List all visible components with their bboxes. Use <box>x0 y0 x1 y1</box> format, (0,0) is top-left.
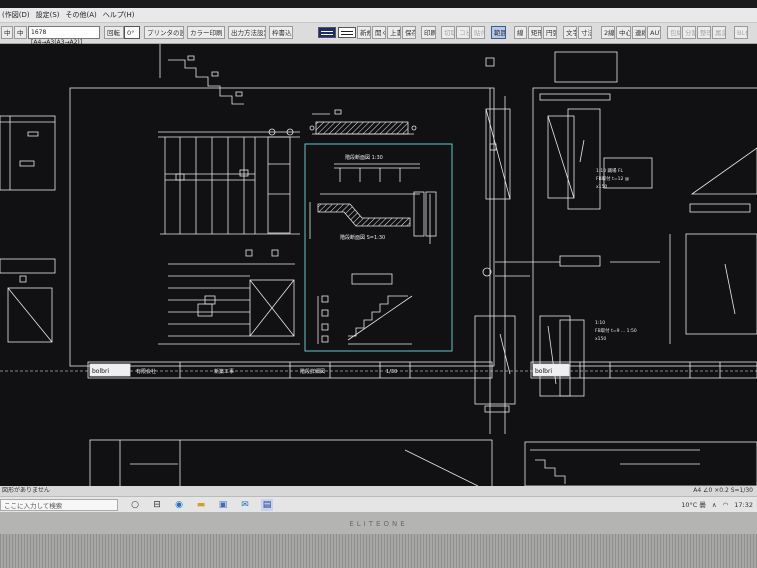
note-right-3: x150 <box>596 184 607 190</box>
organize-button[interactable]: 整理 <box>697 26 711 39</box>
status-right: A4 ∠0 ×0.2 S=1/30 <box>693 487 753 494</box>
title-scale-left: 1/30 <box>386 369 397 375</box>
cad-drawing[interactable]: 階段断面図 1:30 階段断面図 S=1:30 1:10 踊場 FL FB取付 … <box>0 44 757 486</box>
text-button[interactable]: 文字 <box>563 26 577 39</box>
note-mid-1: 1:10 <box>595 320 605 326</box>
line-pattern[interactable] <box>338 27 356 38</box>
windows-taskbar: ここに入力して検索 ○ ⊟ ◉ ▬ ▣ ✉ ▤ 10°C 曇 ∧ ◠ 17:32 <box>0 496 757 512</box>
rotate-label: 回転 <box>104 26 124 39</box>
detail-label-2: 階段断面図 S=1:30 <box>340 234 385 241</box>
stair-elevation <box>158 44 300 235</box>
menu-bar: (作図(D) 設定(S) その他(A) ヘルプ(H) <box>0 8 757 23</box>
split-button[interactable]: 分割 <box>682 26 696 39</box>
block-button[interactable]: BL化 <box>734 26 748 39</box>
center-section <box>474 88 530 434</box>
center-line-button[interactable]: 中心線 <box>616 26 631 39</box>
section-detail: 階段断面図 1:30 階段断面図 S=1:30 <box>309 154 437 345</box>
scale-prefix[interactable]: 中 <box>1 26 13 39</box>
monitor-brand-label: ELITEONE <box>349 520 408 528</box>
print-toolbar: 中 中 1678 [A4→A3(A3→A2)] 回転 0° プリンタの設定 カラ… <box>0 23 757 46</box>
status-bar: 図形がありません A4 ∠0 ×0.2 S=1/30 <box>0 486 757 496</box>
dimension-button[interactable]: 寸法 <box>578 26 592 39</box>
wifi-icon[interactable]: ◠ <box>723 499 729 511</box>
menu-other[interactable]: その他(A) <box>66 10 97 20</box>
weather-widget[interactable]: 10°C 曇 <box>681 499 706 511</box>
sheet-frame-right <box>532 87 757 367</box>
menu-draw[interactable]: (作図(D) <box>2 10 30 20</box>
widgets-icon[interactable]: ⊟ <box>151 499 163 511</box>
drawing-canvas[interactable]: 階段断面図 1:30 階段断面図 S=1:30 1:10 踊場 FL FB取付 … <box>0 44 757 486</box>
note-right-1: 1:10 踊場 FL <box>596 167 624 174</box>
range-button[interactable]: 範囲 <box>491 26 506 39</box>
rect-button[interactable]: 矩形 <box>528 26 542 39</box>
scale-value[interactable]: 中 <box>14 26 27 39</box>
print-button[interactable]: 印刷 <box>421 26 436 39</box>
tray-chevron-icon[interactable]: ∧ <box>712 499 717 511</box>
left-edge-details <box>0 115 56 343</box>
cut-button[interactable]: 切取 <box>441 26 455 39</box>
stair-plan <box>158 249 300 345</box>
envelope-button[interactable]: 包絡 <box>667 26 681 39</box>
selection-frame[interactable] <box>304 143 453 352</box>
right-details: 1:10 踊場 FL FB取付 t=12 @ x150 1:10 FB取付 t=… <box>485 51 757 397</box>
system-tray: 10°C 曇 ∧ ◠ 17:32 <box>681 499 753 511</box>
store-icon[interactable]: ▣ <box>217 499 229 511</box>
attr-change-button[interactable]: 属変 <box>712 26 726 39</box>
note-mid-2: FB取付 t=9 ... 1:50 <box>595 327 637 334</box>
title-name-right: bolbri <box>535 368 552 375</box>
printer-settings-button[interactable]: プリンタの設定 <box>144 26 184 39</box>
output-method-button[interactable]: 出力方法設定 <box>228 26 266 39</box>
note-right-2: FB取付 t=12 @ <box>596 175 630 182</box>
line-button[interactable]: 線 <box>514 26 527 39</box>
connect-line-button[interactable]: 連線 <box>632 26 646 39</box>
open-button[interactable]: 開く <box>372 26 386 39</box>
note-mid-3: x150 <box>595 336 606 342</box>
overwrite-button[interactable]: 上書 <box>387 26 401 39</box>
line-pattern-active[interactable] <box>318 27 336 38</box>
jww-cad-icon[interactable]: ▤ <box>261 499 273 511</box>
file-explorer-icon[interactable]: ▬ <box>195 499 207 511</box>
frame-write-button[interactable]: 枠書込 <box>269 26 293 39</box>
paper-size-select[interactable]: 1678 [A4→A3(A3→A2)] <box>28 26 100 46</box>
task-view-icon[interactable]: ○ <box>129 499 141 511</box>
lower-sheets <box>89 439 757 486</box>
rotate-value[interactable]: 0° <box>124 26 140 39</box>
new-button[interactable]: 新規 <box>357 26 371 39</box>
taskbar-search-input[interactable]: ここに入力して検索 <box>0 499 118 511</box>
save-button[interactable]: 保存 <box>402 26 416 39</box>
title-name-left: bolbri <box>92 368 109 375</box>
edge-browser-icon[interactable]: ◉ <box>173 499 185 511</box>
detail-label-1: 階段断面図 1:30 <box>345 154 383 161</box>
handrail-detail <box>309 109 417 135</box>
title-project-left: 新築工事 <box>214 368 234 375</box>
color-print-checkbox[interactable]: カラー印刷 <box>187 26 225 39</box>
title-block-band <box>0 361 757 379</box>
title-drawing-left: 階段詳細図 <box>300 368 325 375</box>
double-line-button[interactable]: 2線 <box>601 26 615 39</box>
speaker-grille <box>0 534 757 568</box>
title-company-left: 有限会社 <box>136 368 156 375</box>
paste-button[interactable]: 貼付 <box>471 26 485 39</box>
arc-button[interactable]: 円弧 <box>543 26 557 39</box>
copy-button[interactable]: コピー <box>456 26 470 39</box>
auto-button[interactable]: AUTO <box>647 26 661 39</box>
menu-help[interactable]: ヘルプ(H) <box>103 10 135 20</box>
status-left: 図形がありません <box>2 487 50 494</box>
monitor-screen: (作図(D) 設定(S) その他(A) ヘルプ(H) 中 中 1678 [A4→… <box>0 0 757 512</box>
clock[interactable]: 17:32 <box>734 499 753 511</box>
menu-settings[interactable]: 設定(S) <box>36 10 60 20</box>
mail-icon[interactable]: ✉ <box>239 499 251 511</box>
